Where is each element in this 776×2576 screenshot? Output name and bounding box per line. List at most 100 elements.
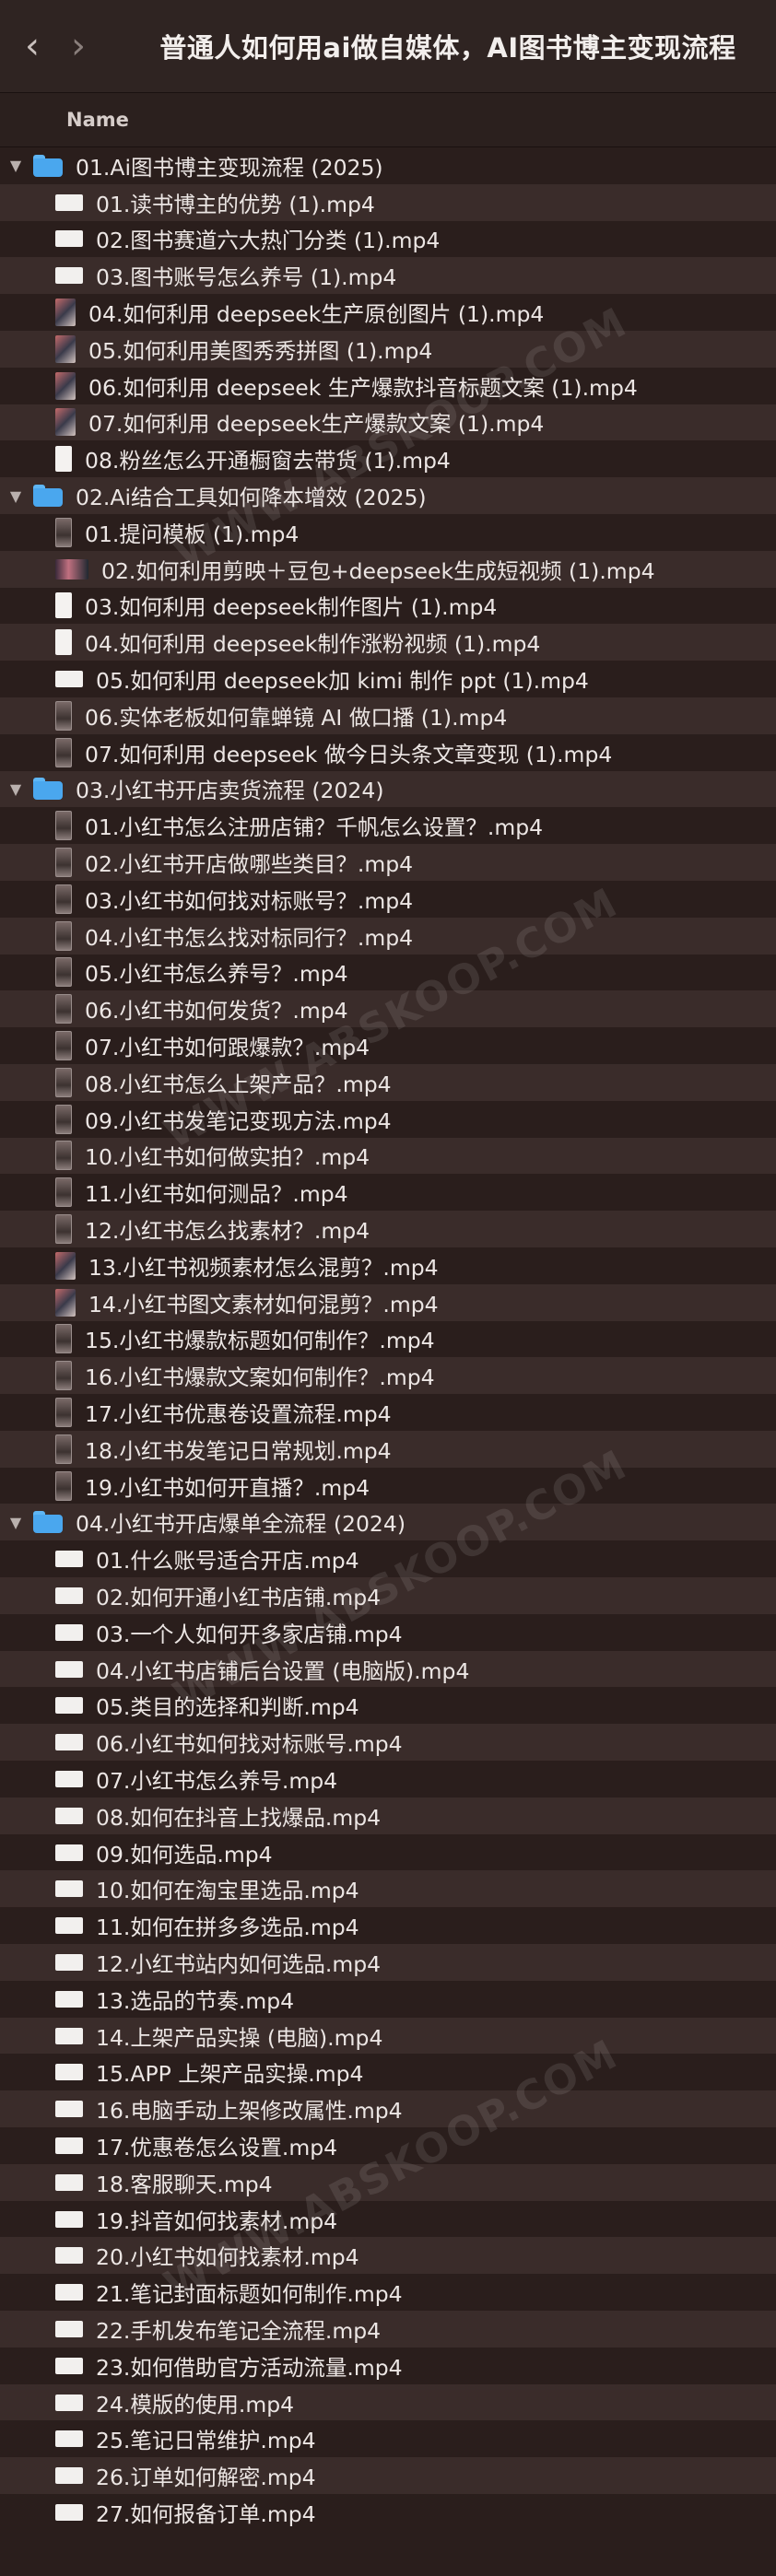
- file-row[interactable]: 21.笔记封面标题如何制作.mp4: [0, 2274, 776, 2311]
- file-name: 24.模版的使用.mp4: [96, 2391, 295, 2418]
- file-row[interactable]: 07.如何利用 deepseek生产爆款文案 (1).mp4: [0, 404, 776, 441]
- disclosure-triangle-icon[interactable]: ▼: [6, 1512, 26, 1532]
- file-row[interactable]: 24.模版的使用.mp4: [0, 2383, 776, 2421]
- file-row[interactable]: 04.小红书怎么找对标同行？.mp4: [0, 917, 776, 954]
- file-row[interactable]: 02.小红书开店做哪些类目？.mp4: [0, 844, 776, 881]
- file-row[interactable]: 02.如何开通小红书店铺.mp4: [0, 1577, 776, 1614]
- file-row[interactable]: 23.如何借助官方活动流量.mp4: [0, 2348, 776, 2384]
- file-row[interactable]: 27.如何报备订单.mp4: [0, 2494, 776, 2531]
- file-row[interactable]: 14.小红书图文素材如何混剪？.mp4: [0, 1283, 776, 1321]
- file-row[interactable]: 18.小红书发笔记日常规划.mp4: [0, 1430, 776, 1468]
- file-name: 07.如何利用 deepseek生产爆款文案 (1).mp4: [88, 411, 545, 438]
- file-row[interactable]: 02.图书赛道六大热门分类 (1).mp4: [0, 221, 776, 258]
- disclosure-triangle-icon[interactable]: ▼: [6, 486, 26, 506]
- file-name: 12.小红书站内如何选品.mp4: [96, 1950, 382, 1977]
- file-row[interactable]: 15.APP 上架产品实操.mp4: [0, 2054, 776, 2090]
- video-thumbnail-icon: [55, 1697, 83, 1715]
- file-row[interactable]: 16.小红书爆款文案如何制作？.mp4: [0, 1357, 776, 1395]
- file-row[interactable]: 19.抖音如何找素材.mp4: [0, 2201, 776, 2238]
- file-row[interactable]: 20.小红书如何找素材.mp4: [0, 2237, 776, 2275]
- file-row[interactable]: 07.如何利用 deepseek 做今日头条文章变现 (1).mp4: [0, 734, 776, 771]
- file-row[interactable]: 15.小红书爆款标题如何制作？.mp4: [0, 1321, 776, 1358]
- file-row[interactable]: 13.小红书视频素材怎么混剪？.mp4: [0, 1247, 776, 1284]
- file-row[interactable]: 05.如何利用美图秀秀拼图 (1).mp4: [0, 330, 776, 368]
- file-row[interactable]: 02.如何利用剪映＋豆包+deepseek生成短视频 (1).mp4: [0, 550, 776, 588]
- file-name: 04.小红书怎么找对标同行？.mp4: [85, 924, 414, 951]
- file-row[interactable]: 03.如何利用 deepseek制作图片 (1).mp4: [0, 588, 776, 625]
- folder-row[interactable]: ▼ 02.Ai结合工具如何降本增效 (2025): [0, 477, 776, 514]
- file-name: 18.小红书发笔记日常规划.mp4: [85, 1437, 392, 1464]
- file-row[interactable]: 01.提问模板 (1).mp4: [0, 514, 776, 551]
- file-row[interactable]: 05.如何利用 deepseek加 kimi 制作 ppt (1).mp4: [0, 661, 776, 697]
- file-row[interactable]: 12.小红书怎么找素材？.mp4: [0, 1211, 776, 1247]
- file-name: 25.笔记日常维护.mp4: [96, 2428, 316, 2454]
- file-row[interactable]: 11.如何在拼多多选品.mp4: [0, 1907, 776, 1944]
- file-row[interactable]: 11.小红书如何测品？.mp4: [0, 1174, 776, 1211]
- file-row[interactable]: 06.实体老板如何靠蝉镜 AI 做口播 (1).mp4: [0, 697, 776, 734]
- video-thumbnail-icon: [55, 2430, 83, 2448]
- file-row[interactable]: 09.小红书发笔记变现方法.mp4: [0, 1101, 776, 1138]
- video-thumbnail-icon: [55, 1104, 72, 1134]
- file-row[interactable]: 06.如何利用 deepseek 生产爆款抖音标题文案 (1).mp4: [0, 368, 776, 404]
- file-row[interactable]: 10.小红书如何做实拍？.mp4: [0, 1137, 776, 1175]
- file-row[interactable]: 08.粉丝怎么开通橱窗去带货 (1).mp4: [0, 440, 776, 477]
- file-row[interactable]: 01.什么账号适合开店.mp4: [0, 1540, 776, 1577]
- file-name: 15.APP 上架产品实操.mp4: [96, 2061, 364, 2088]
- file-name: 12.小红书怎么找素材？.mp4: [85, 1218, 370, 1244]
- file-row[interactable]: 12.小红书站内如何选品.mp4: [0, 1944, 776, 1981]
- file-name: 18.客服聊天.mp4: [96, 2171, 273, 2197]
- file-name: 05.类目的选择和判断.mp4: [96, 1694, 359, 1721]
- file-row[interactable]: 25.笔记日常维护.mp4: [0, 2420, 776, 2457]
- file-row[interactable]: 17.优惠卷怎么设置.mp4: [0, 2127, 776, 2164]
- file-name: 19.抖音如何找素材.mp4: [96, 2207, 338, 2234]
- file-row[interactable]: 08.小红书怎么上架产品？.mp4: [0, 1063, 776, 1101]
- file-row[interactable]: 17.小红书优惠卷设置流程.mp4: [0, 1394, 776, 1431]
- column-header-name[interactable]: Name: [0, 93, 776, 147]
- file-name: 02.如何利用剪映＋豆包+deepseek生成短视频 (1).mp4: [101, 557, 655, 584]
- file-row[interactable]: 26.订单如何解密.mp4: [0, 2457, 776, 2494]
- file-name: 08.小红书怎么上架产品？.mp4: [85, 1071, 392, 1097]
- video-thumbnail-icon: [55, 1141, 72, 1171]
- file-name: 01.什么账号适合开店.mp4: [96, 1548, 359, 1575]
- file-name: 07.如何利用 deepseek 做今日头条文章变现 (1).mp4: [85, 741, 613, 767]
- column-header-label: Name: [66, 109, 129, 131]
- file-row[interactable]: 16.电脑手动上架修改属性.mp4: [0, 2090, 776, 2128]
- file-name: 15.小红书爆款标题如何制作？.mp4: [85, 1328, 435, 1354]
- back-icon[interactable]: ‹: [9, 18, 55, 74]
- file-row[interactable]: 05.类目的选择和判断.mp4: [0, 1687, 776, 1724]
- disclosure-triangle-icon[interactable]: ▼: [6, 779, 26, 799]
- disclosure-triangle-icon[interactable]: ▼: [6, 156, 26, 176]
- file-row[interactable]: 10.如何在淘宝里选品.mp4: [0, 1870, 776, 1908]
- file-row[interactable]: 05.小红书怎么养号？.mp4: [0, 954, 776, 991]
- file-name: 06.小红书如何发货？.mp4: [85, 998, 348, 1025]
- file-row[interactable]: 09.如何选品.mp4: [0, 1834, 776, 1871]
- file-row[interactable]: 03.图书账号怎么养号 (1).mp4: [0, 257, 776, 295]
- video-thumbnail-icon: [55, 2247, 83, 2265]
- file-row[interactable]: 04.如何利用 deepseek生产原创图片 (1).mp4: [0, 294, 776, 331]
- folder-icon: [33, 778, 63, 801]
- file-row[interactable]: 04.小红书店铺后台设置 (电脑版).mp4: [0, 1650, 776, 1688]
- file-name: 22.手机发布笔记全流程.mp4: [96, 2317, 382, 2344]
- forward-icon[interactable]: ›: [55, 18, 101, 74]
- file-row[interactable]: 19.小红书如何开直播？.mp4: [0, 1468, 776, 1505]
- file-row[interactable]: 08.如何在抖音上找爆品.mp4: [0, 1797, 776, 1834]
- folder-row[interactable]: ▼ 03.小红书开店卖货流程 (2024): [0, 770, 776, 808]
- file-row[interactable]: 04.如何利用 deepseek制作涨粉视频 (1).mp4: [0, 624, 776, 662]
- folder-row[interactable]: ▼ 01.Ai图书博主变现流程 (2025): [0, 147, 776, 184]
- file-row[interactable]: 03.小红书如何找对标账号？.mp4: [0, 881, 776, 918]
- file-row[interactable]: 06.小红书如何发货？.mp4: [0, 990, 776, 1028]
- file-row[interactable]: 07.小红书如何跟爆款？.mp4: [0, 1027, 776, 1064]
- file-row[interactable]: 01.读书博主的优势 (1).mp4: [0, 183, 776, 221]
- file-row[interactable]: 06.小红书如何找对标账号.mp4: [0, 1724, 776, 1762]
- file-row[interactable]: 01.小红书怎么注册店铺？千帆怎么设置？.mp4: [0, 807, 776, 844]
- folder-row[interactable]: ▼ 04.小红书开店爆单全流程 (2024): [0, 1504, 776, 1541]
- file-row[interactable]: 03.一个人如何开多家店铺.mp4: [0, 1614, 776, 1651]
- file-row[interactable]: 18.客服聊天.mp4: [0, 2163, 776, 2201]
- video-thumbnail-icon: [55, 671, 83, 688]
- file-row[interactable]: 07.小红书怎么养号.mp4: [0, 1761, 776, 1797]
- video-thumbnail-icon: [55, 2394, 83, 2411]
- file-row[interactable]: 13.选品的节奏.mp4: [0, 1981, 776, 2018]
- file-row[interactable]: 22.手机发布笔记全流程.mp4: [0, 2311, 776, 2348]
- video-thumbnail-icon: [55, 408, 76, 437]
- file-row[interactable]: 14.上架产品实操 (电脑).mp4: [0, 2017, 776, 2055]
